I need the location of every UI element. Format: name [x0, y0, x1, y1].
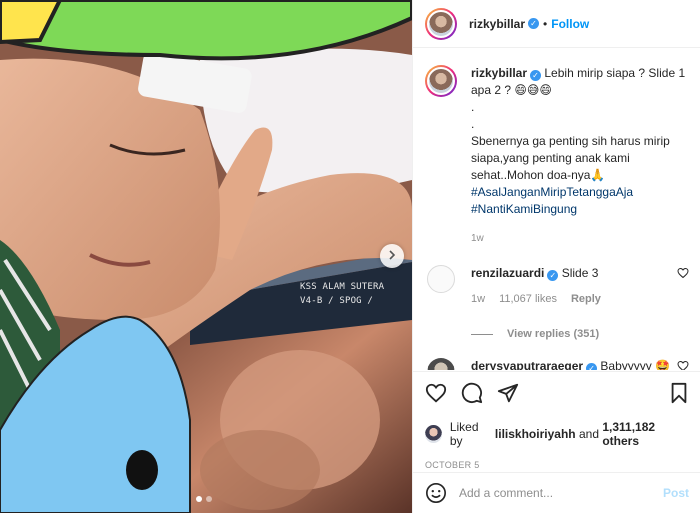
caption-username[interactable]: rizkybillar	[471, 66, 527, 80]
slide-indicator	[196, 496, 212, 502]
verified-badge-icon: ✓	[547, 270, 559, 281]
divider-line	[471, 333, 493, 335]
caption: rizkybillar ✓ Lebih mirip siapa ? Slide 1…	[425, 65, 689, 247]
verified-badge-icon: ✓	[530, 70, 542, 81]
liked-by-prefix: Liked by	[449, 420, 479, 448]
liked-by-user[interactable]: liliskhoiriyahh	[495, 427, 576, 441]
hashtag-link[interactable]: #NantiKamiBingung	[471, 201, 689, 218]
chevron-right-icon	[386, 249, 398, 264]
heart-icon[interactable]	[425, 382, 447, 404]
commenter-username[interactable]: derysyaputraraeger	[471, 359, 583, 370]
post-media[interactable]: KSS ALAM SUTERA V4-B / SPOG /	[0, 0, 412, 513]
monitor-line-2: V4-B / SPOG /	[300, 296, 374, 306]
liked-by-and: and	[578, 427, 599, 441]
comment-meta: 1w 11,067 likes Reply	[471, 291, 671, 308]
comment-item: renzilazuardi ✓ Slide 3 1w 11,067 likes R…	[425, 265, 689, 308]
commenter-username[interactable]: renzilazuardi	[471, 266, 544, 280]
add-comment-bar: Post	[413, 472, 700, 513]
bookmark-icon[interactable]	[669, 382, 689, 404]
commenter-avatar[interactable]	[427, 358, 455, 370]
follow-button[interactable]: Follow	[551, 17, 589, 31]
verified-badge-icon: ✓	[528, 18, 540, 29]
post-photo	[0, 0, 412, 513]
reply-button[interactable]: Reply	[571, 291, 601, 308]
comment-age: 1w	[471, 293, 486, 305]
commenter-avatar[interactable]	[427, 265, 455, 293]
post-sidebar: rizkybillar ✓ • Follow rizkybillar ✓ Lebi…	[412, 0, 700, 513]
post-comment-button[interactable]: Post	[663, 486, 689, 500]
slide-dot-1	[196, 496, 202, 502]
caption-text-2: Sbenernya ga penting sih harus mirip sia…	[471, 134, 670, 182]
comment-likes[interactable]: 11,067 likes	[499, 291, 557, 308]
post-date: OCTOBER 5	[425, 460, 480, 470]
post-header: rizkybillar ✓ • Follow	[413, 0, 700, 48]
paper-plane-icon[interactable]	[497, 382, 519, 404]
author-username[interactable]: rizkybillar	[469, 17, 525, 31]
verified-badge-icon: ✓	[586, 363, 598, 370]
view-replies-button[interactable]: View replies (351)	[471, 328, 689, 340]
comment-heart-icon[interactable]	[677, 360, 689, 370]
comment-text: Slide 3	[561, 266, 599, 280]
hashtag-link[interactable]: #AsalJanganMiripTetanggaAja	[471, 184, 689, 201]
caption-age: 1w	[471, 233, 484, 244]
liker-avatar[interactable]	[425, 425, 442, 443]
caption-avatar[interactable]	[425, 65, 457, 97]
view-replies-label: View replies (351)	[507, 328, 600, 340]
comment-heart-icon[interactable]	[677, 267, 689, 282]
comment-item: derysyaputraraeger ✓ Babyyyyy 🤩	[425, 358, 689, 370]
author-avatar[interactable]	[425, 7, 457, 40]
separator-dot: •	[543, 16, 548, 31]
comments-section[interactable]: rizkybillar ✓ Lebih mirip siapa ? Slide 1…	[413, 57, 700, 370]
smiley-icon[interactable]	[425, 482, 447, 504]
likes-count[interactable]: 1,311,182 others	[602, 420, 689, 448]
slide-dot-2	[206, 496, 212, 502]
caption-dot-1: .	[471, 100, 475, 114]
caption-dot-2: .	[471, 117, 475, 131]
likes-summary: Liked by liliskhoiriyahh and 1,311,182 o…	[425, 420, 689, 448]
comment-text: Babyyyyy 🤩	[600, 359, 671, 370]
post-actions: Liked by liliskhoiriyahh and 1,311,182 o…	[413, 371, 700, 470]
comment-input[interactable]	[459, 486, 663, 500]
next-slide-button[interactable]	[380, 244, 404, 268]
comment-icon[interactable]	[461, 382, 483, 404]
monitor-label: KSS ALAM SUTERA V4-B / SPOG /	[300, 280, 400, 308]
monitor-line-1: KSS ALAM SUTERA	[300, 282, 385, 292]
